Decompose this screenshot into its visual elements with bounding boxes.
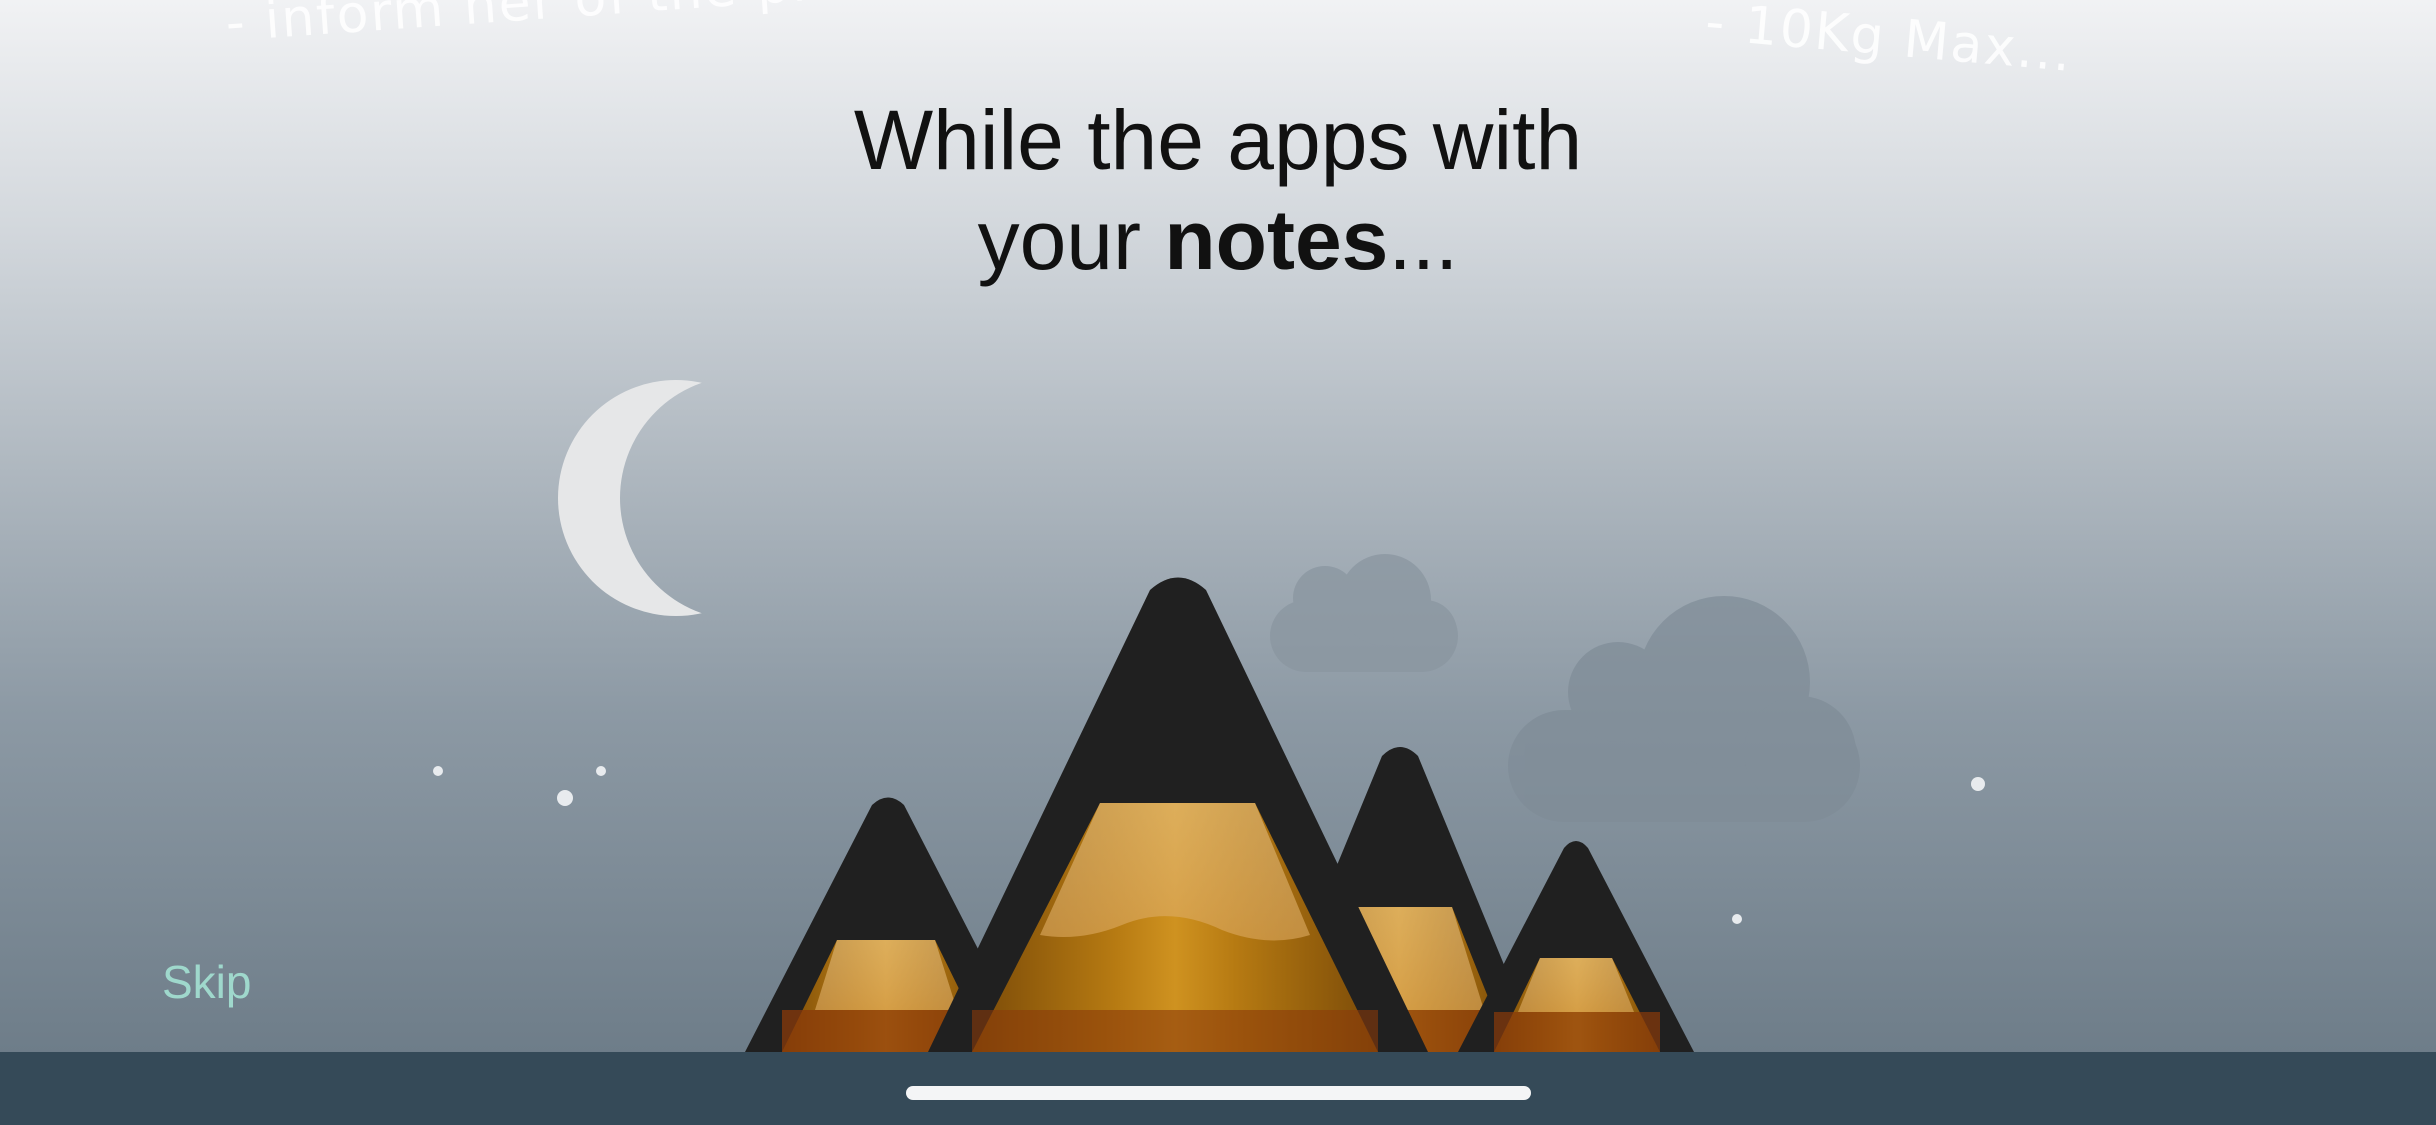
home-indicator[interactable] [906, 1086, 1531, 1100]
cloud-icon [1508, 596, 1860, 822]
moon-icon [558, 380, 794, 616]
illustration-scene [433, 380, 1985, 1080]
skip-button[interactable]: Skip [162, 955, 251, 1009]
cloud-icon [1270, 554, 1458, 672]
